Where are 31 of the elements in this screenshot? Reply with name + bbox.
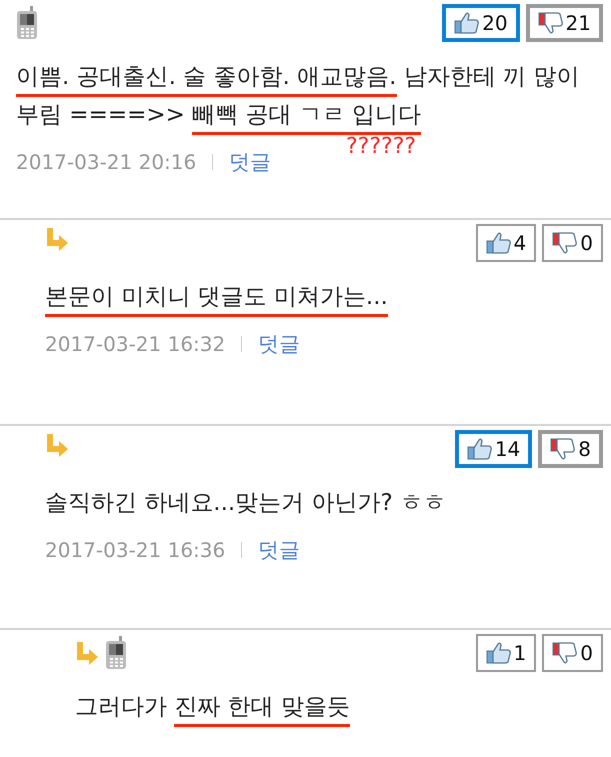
thumbs-up-icon — [486, 641, 512, 665]
upvote-button[interactable]: 20 — [442, 4, 520, 42]
thumbs-down-icon — [552, 231, 578, 255]
downvote-button[interactable]: 8 — [538, 430, 603, 468]
comment-text: 솔직하긴 하네요...맞는거 아닌가? ㅎㅎ — [45, 489, 448, 518]
upvote-button[interactable]: 14 — [454, 430, 532, 468]
downvote-button[interactable]: 0 — [542, 224, 603, 262]
annotation-text: ?????? — [346, 134, 416, 159]
reply-arrow-icon — [75, 640, 99, 666]
thumbs-up-icon — [454, 11, 480, 35]
phone-icon — [16, 6, 38, 40]
reply-link[interactable]: 덧글 — [258, 536, 300, 564]
reply-arrow-icon — [45, 226, 69, 252]
reply-arrow-icon — [45, 432, 69, 458]
upvote-button[interactable]: 4 — [476, 224, 536, 262]
thumbs-up-icon — [466, 437, 493, 461]
comment-text: 그러다가 진짜 한대 맞을듯 — [75, 688, 611, 726]
reply-link[interactable]: 덧글 — [229, 148, 272, 176]
comment-date: 2017-03-21 20:16 — [16, 150, 196, 174]
comment-text: 이쁨. 공대출신. 술 좋아함. 애교많음. 남자한테 끼 많이부림 ====>> 빼빽 공대 ㄱㄹ 입니다 — [16, 58, 611, 134]
downvote-button[interactable]: 21 — [526, 4, 603, 42]
reply-link[interactable]: 덧글 — [258, 330, 300, 358]
thumbs-up-icon — [486, 231, 512, 255]
downvote-button[interactable]: 0 — [542, 634, 603, 672]
upvote-button[interactable]: 1 — [476, 634, 536, 672]
phone-icon — [105, 636, 127, 670]
comment-date: 2017-03-21 16:32 — [45, 332, 226, 356]
thumbs-down-icon — [552, 641, 578, 665]
comment-date: 2017-03-21 16:36 — [45, 538, 226, 562]
thumbs-down-icon — [538, 11, 564, 35]
thumbs-down-icon — [550, 437, 576, 461]
